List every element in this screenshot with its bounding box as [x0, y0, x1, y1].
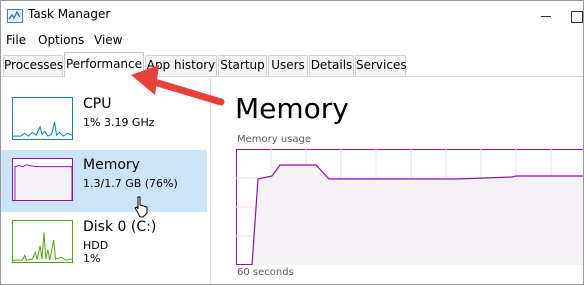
disk-thumbnail-graph — [12, 220, 73, 263]
tab-users[interactable]: Users — [268, 55, 308, 76]
tab-startup[interactable]: Startup — [218, 55, 267, 76]
resource-detail-2: 1% — [83, 252, 101, 265]
memory-thumbnail-graph — [12, 158, 73, 201]
window-title: Task Manager — [28, 7, 111, 21]
annotation-arrow — [131, 65, 225, 106]
resource-disk[interactable]: Disk 0 (C:) HDD 1% — [1, 212, 207, 274]
tab-services[interactable]: Services — [355, 55, 407, 76]
tab-processes[interactable]: Processes — [3, 55, 63, 76]
task-manager-icon — [7, 9, 23, 23]
memory-usage-graph — [236, 149, 583, 265]
memory-usage-area — [252, 165, 583, 265]
menu-view[interactable]: View — [94, 33, 122, 47]
resource-name: Memory — [83, 157, 140, 173]
resource-detail: HDD — [83, 239, 109, 252]
resource-name: CPU — [83, 96, 112, 112]
menu-file[interactable]: File — [6, 33, 26, 47]
maximize-button[interactable] — [563, 5, 583, 27]
resource-memory[interactable]: Memory 1.3/1.7 GB (76%) — [1, 150, 207, 212]
minimize-button[interactable] — [531, 5, 561, 27]
tab-details[interactable]: Details — [309, 55, 354, 76]
resource-name: Disk 0 (C:) — [83, 219, 157, 235]
menu-bar: File Options View — [1, 31, 583, 51]
resource-detail: 1% 3.19 GHz — [83, 116, 155, 129]
resource-list: CPU 1% 3.19 GHz Memory 1.3/1.7 GB (76%) … — [1, 78, 211, 284]
graph-time-label: 60 seconds — [237, 267, 294, 278]
task-manager-window: Task Manager File Options View Processes… — [0, 0, 584, 285]
resource-detail: 1.3/1.7 GB (76%) — [83, 177, 178, 190]
memory-usage-label: Memory usage — [237, 134, 312, 145]
cpu-thumbnail-graph — [12, 97, 73, 140]
tab-bar: Processes Performance App history Startu… — [1, 52, 583, 77]
menu-options[interactable]: Options — [38, 33, 84, 47]
mouse-cursor-icon — [134, 196, 148, 218]
title-bar: Task Manager — [1, 1, 583, 31]
page-title: Memory — [235, 92, 349, 125]
